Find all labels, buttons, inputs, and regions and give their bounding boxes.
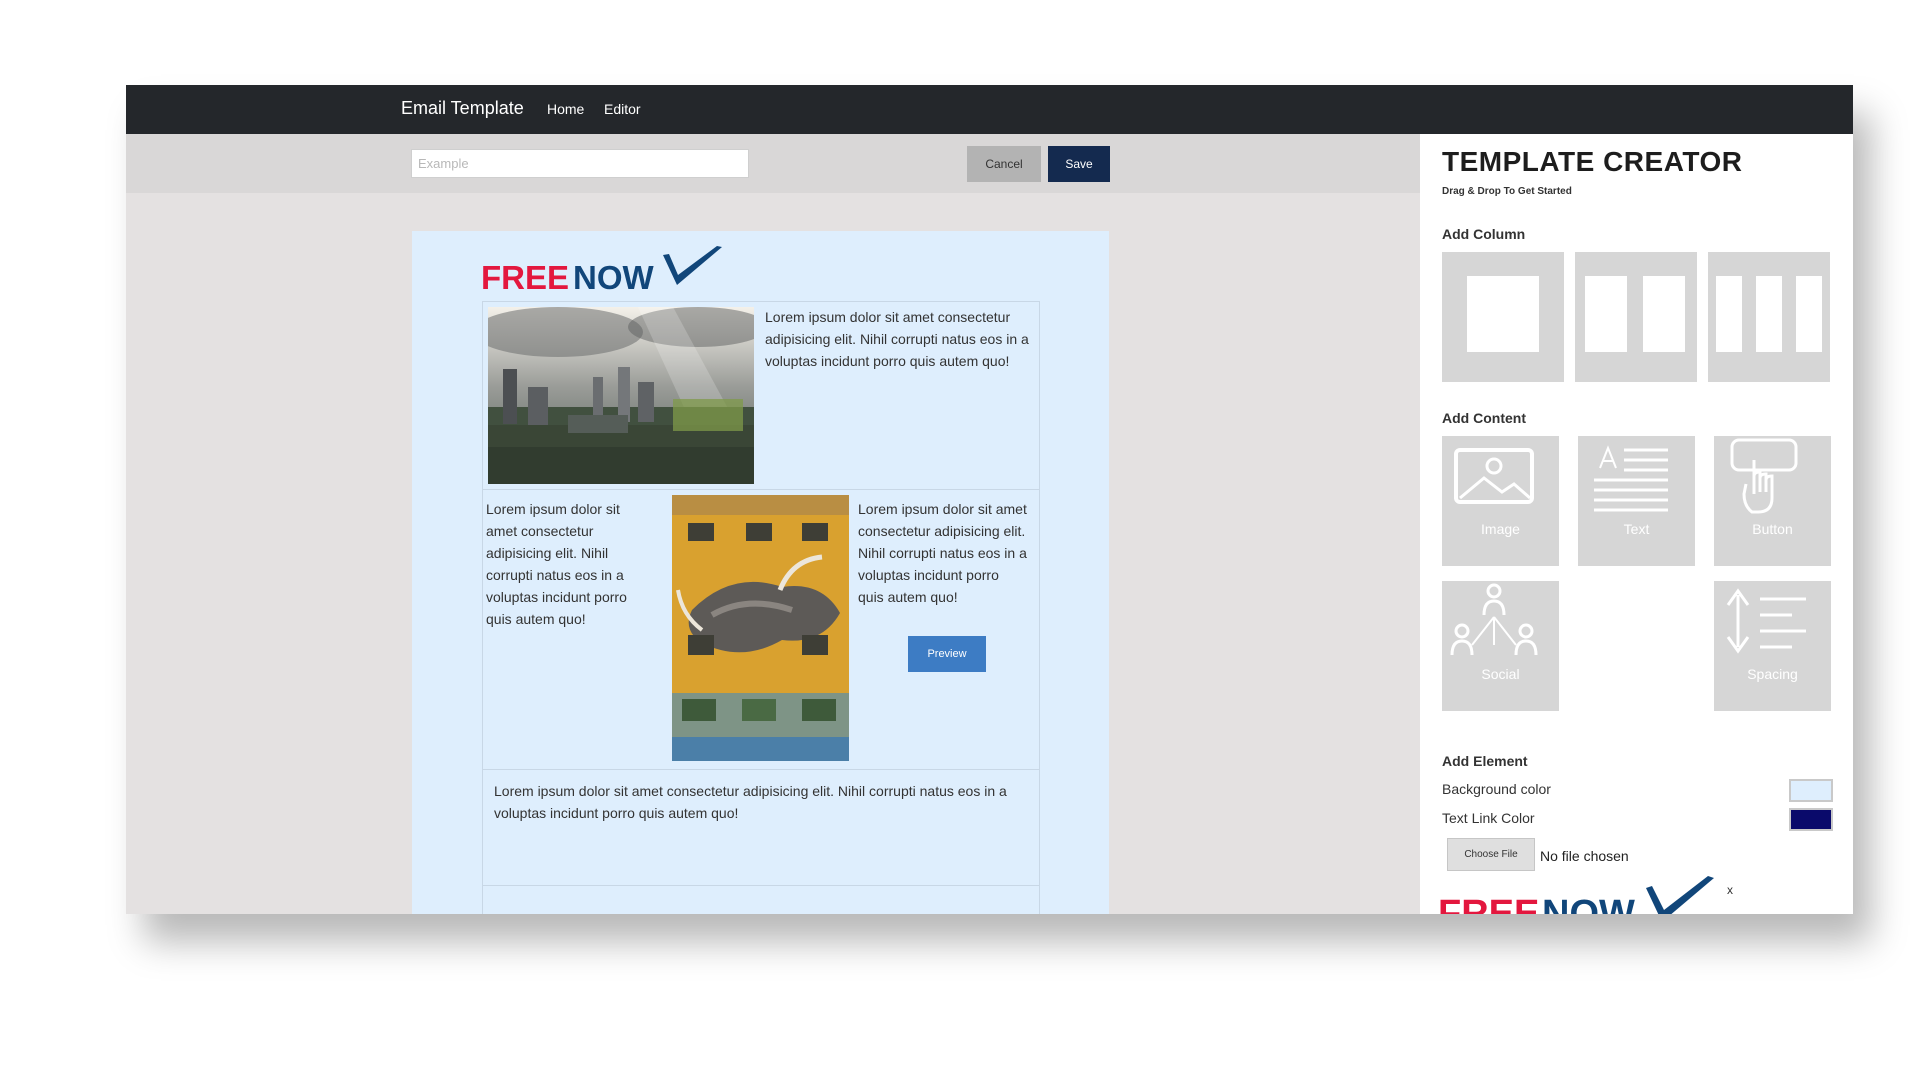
nav-link-home[interactable]: Home xyxy=(547,101,584,117)
uploaded-logo-preview: FREE NOW xyxy=(1438,876,1714,914)
background-color-swatch[interactable] xyxy=(1789,779,1833,802)
email-section-3[interactable]: Lorem ipsum dolor sit amet consectetur a… xyxy=(483,770,1039,886)
section-3-text: Lorem ipsum dolor sit amet consectetur a… xyxy=(494,783,1007,821)
logo-text-free: FREE xyxy=(1438,893,1539,914)
content-tile-text[interactable]: Text xyxy=(1578,436,1695,566)
preview-button[interactable]: Preview xyxy=(908,636,986,672)
file-status-text: No file chosen xyxy=(1540,848,1629,864)
background-color-label: Background color xyxy=(1442,781,1551,797)
logo-text-now: NOW xyxy=(1542,893,1635,914)
add-element-label: Add Element xyxy=(1442,753,1528,769)
email-body: Lorem ipsum dolor sit amet consectetur a… xyxy=(482,301,1040,914)
two-column-tile[interactable] xyxy=(1575,252,1697,382)
panel-subtitle: Drag & Drop To Get Started xyxy=(1442,186,1572,197)
mural-photo xyxy=(672,495,849,761)
add-column-label: Add Column xyxy=(1442,226,1526,242)
content-tile-label: Spacing xyxy=(1747,666,1798,682)
content-tile-label: Image xyxy=(1481,521,1520,537)
template-name-input[interactable] xyxy=(411,149,749,178)
button-click-icon xyxy=(1730,438,1798,514)
cancel-button[interactable]: Cancel xyxy=(967,146,1041,182)
section-2-right-text: Lorem ipsum dolor sit amet consectetur a… xyxy=(858,501,1027,605)
column-block xyxy=(1585,276,1627,352)
choose-file-button[interactable]: Choose File xyxy=(1447,838,1535,871)
column-block xyxy=(1796,276,1822,352)
content-tile-social[interactable]: Social xyxy=(1442,581,1559,711)
content-tile-label: Text xyxy=(1623,521,1650,537)
text-link-color-swatch[interactable] xyxy=(1789,808,1833,831)
content-tile-label: Social xyxy=(1481,666,1520,682)
section-1-text: Lorem ipsum dolor sit amet consectetur a… xyxy=(765,309,1029,369)
email-section-2[interactable]: Lorem ipsum dolor sit amet consectetur a… xyxy=(483,490,1039,770)
one-column-tile[interactable] xyxy=(1442,252,1564,382)
content-tile-label: Button xyxy=(1752,521,1793,537)
editor-canvas: FREE NOW Lorem ipsum dolor sit amet cons… xyxy=(126,193,1420,914)
content-tile-image[interactable]: Image xyxy=(1442,436,1559,566)
add-content-label: Add Content xyxy=(1442,410,1526,426)
nav-link-editor[interactable]: Editor xyxy=(604,101,641,117)
column-block xyxy=(1756,276,1782,352)
city-photo xyxy=(488,307,754,484)
panel-title: TEMPLATE CREATOR xyxy=(1442,146,1743,177)
column-block xyxy=(1467,276,1539,352)
social-network-icon xyxy=(1450,583,1538,656)
navbar-brand[interactable]: Email Template xyxy=(401,98,524,119)
remove-logo-button[interactable]: x xyxy=(1727,883,1733,897)
template-creator-panel: TEMPLATE CREATOR Drag & Drop To Get Star… xyxy=(1420,134,1853,914)
top-navbar: Email Template Home Editor xyxy=(126,85,1853,134)
email-preview: FREE NOW Lorem ipsum dolor sit amet cons… xyxy=(412,231,1109,914)
save-button[interactable]: Save xyxy=(1048,146,1110,182)
text-icon xyxy=(1594,445,1668,512)
editor-toolbar: Cancel Save xyxy=(126,134,1420,193)
app-window: Email Template Home Editor Cancel Save F… xyxy=(126,85,1853,914)
logo-text-now: NOW xyxy=(573,259,655,293)
content-tile-button[interactable]: Button xyxy=(1714,436,1831,566)
logo-check-mark xyxy=(663,246,722,285)
logo-text-free: FREE xyxy=(481,259,569,293)
column-block xyxy=(1716,276,1742,352)
section-2-left-text: Lorem ipsum dolor sit amet consectetur a… xyxy=(486,501,627,627)
logo-check-mark xyxy=(1646,876,1714,914)
image-icon xyxy=(1454,448,1534,504)
email-section-1[interactable]: Lorem ipsum dolor sit amet consectetur a… xyxy=(483,302,1039,490)
text-link-color-label: Text Link Color xyxy=(1442,810,1535,826)
three-column-tile[interactable] xyxy=(1708,252,1830,382)
freenow-logo: FREE NOW xyxy=(481,246,722,293)
column-block xyxy=(1643,276,1685,352)
spacing-arrows-icon xyxy=(1726,588,1806,654)
content-tile-spacing[interactable]: Spacing xyxy=(1714,581,1831,711)
